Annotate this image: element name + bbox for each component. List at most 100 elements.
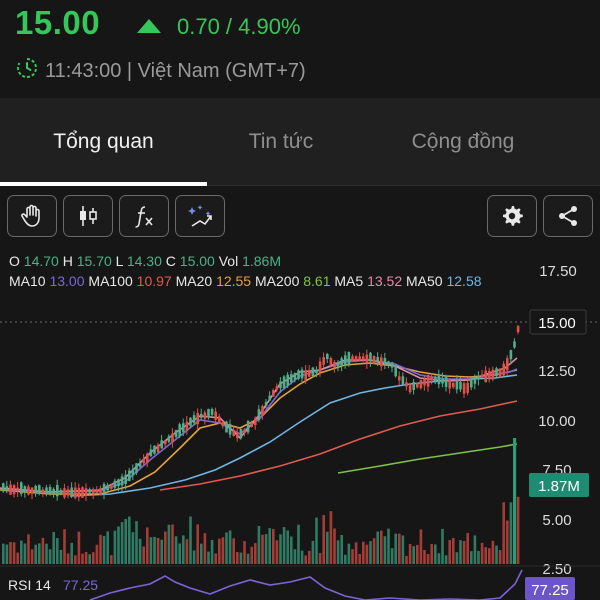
- settings-button[interactable]: [487, 195, 537, 237]
- volume-bar: [297, 524, 300, 564]
- volume-bar: [5, 544, 9, 564]
- indicators-button[interactable]: [119, 195, 169, 237]
- volume-bar: [192, 550, 196, 564]
- candle-body: [477, 376, 480, 380]
- candle-body: [412, 382, 415, 390]
- volume-bar: [20, 540, 23, 564]
- volume-tag-text: 1.87M: [538, 478, 580, 495]
- volume-bar: [261, 534, 264, 564]
- volume-bar: [113, 530, 117, 564]
- ma100-value: 10.97: [136, 273, 172, 289]
- volume-bar: [239, 552, 243, 564]
- volume-bar: [178, 543, 181, 564]
- candle-body: [41, 489, 45, 493]
- volume-bar: [70, 542, 73, 564]
- ma5-value: 13.52: [367, 273, 403, 289]
- volume-bar: [491, 540, 495, 564]
- candle-body: [380, 357, 383, 367]
- candle-body: [365, 354, 369, 364]
- volume-bar: [405, 555, 408, 564]
- high-label: H: [62, 253, 73, 269]
- candle-body: [516, 326, 520, 333]
- candle-body: [444, 375, 448, 387]
- candle-body: [228, 423, 232, 435]
- rsi-value: 77.25: [63, 577, 98, 593]
- volume-bar: [390, 548, 394, 564]
- candle-body: [419, 379, 423, 389]
- candle-body: [23, 486, 27, 492]
- volume-bar: [2, 543, 5, 564]
- candle-body: [192, 415, 196, 423]
- drawing-tools-button[interactable]: [175, 195, 225, 237]
- volume-bar: [340, 534, 343, 564]
- volume-bar: [398, 533, 401, 564]
- tab-news[interactable]: Tin tức: [207, 98, 355, 186]
- axis-tick: 17.50: [539, 263, 577, 280]
- candle-body: [362, 356, 365, 361]
- share-button[interactable]: [543, 195, 593, 237]
- candle-body: [135, 463, 138, 473]
- volume-bar: [326, 531, 329, 564]
- volume-bar: [88, 554, 91, 564]
- candle-body: [272, 390, 275, 397]
- ma200-label: MA200: [255, 273, 300, 289]
- candle-body: [488, 370, 491, 380]
- candle-body: [498, 368, 502, 378]
- candle-body: [239, 428, 243, 439]
- candle-body: [106, 484, 109, 491]
- candle-body: [416, 383, 419, 388]
- volume-bar: [290, 536, 293, 564]
- candle-body: [354, 356, 358, 361]
- candle-body: [232, 430, 235, 437]
- candle-body: [95, 489, 99, 493]
- candle-body: [459, 381, 462, 390]
- candle-body: [401, 376, 405, 385]
- volume-bar: [383, 536, 387, 564]
- candle-body: [20, 482, 23, 494]
- candle-body: [88, 489, 91, 493]
- volume-bar: [502, 502, 505, 564]
- volume-bar: [34, 544, 37, 564]
- candle-body: [279, 381, 282, 389]
- candle-body: [149, 449, 153, 457]
- volume-bar: [437, 553, 441, 564]
- candle-body: [441, 378, 444, 384]
- candle-body: [246, 420, 250, 433]
- candle-body: [142, 459, 145, 464]
- candle-body: [423, 378, 426, 386]
- candle-body: [336, 362, 340, 367]
- candle-body: [120, 476, 124, 486]
- price-chart[interactable]: 17.50 12.50 10.00 7.50 5.00 2.50 15.00 1…: [0, 248, 600, 600]
- tab-overview[interactable]: Tổng quan: [0, 98, 207, 186]
- volume-bar: [164, 531, 167, 564]
- volume-bar: [282, 527, 286, 564]
- candle-body: [66, 489, 70, 496]
- volume-bar: [347, 543, 351, 564]
- candle-body: [45, 487, 48, 494]
- candle-body: [200, 413, 203, 418]
- volume-bar: [394, 533, 397, 564]
- volume-bar: [27, 534, 30, 564]
- tab-community[interactable]: Cộng đồng: [355, 98, 571, 186]
- volume-bar: [318, 552, 322, 564]
- ma200-line: [337, 443, 518, 474]
- chart-canvas[interactable]: 17.50 12.50 10.00 7.50 5.00 2.50 15.00 1…: [0, 248, 600, 600]
- volume-bar: [354, 542, 358, 564]
- candle-body: [315, 369, 318, 373]
- candle-body: [333, 361, 336, 368]
- candle-body: [48, 487, 52, 495]
- price-tag-text: 15.00: [538, 315, 576, 332]
- price-change: 0.70 / 4.90%: [137, 14, 301, 40]
- candle-body: [513, 341, 516, 348]
- volume-bar: [293, 549, 297, 564]
- hand-tool-button[interactable]: [7, 195, 57, 237]
- candle-body: [480, 374, 484, 378]
- chart-type-button[interactable]: [63, 195, 113, 237]
- candle-body: [473, 377, 477, 384]
- volume-bar: [506, 520, 509, 564]
- volume-tag: 1.87M: [529, 473, 589, 497]
- up-arrow-icon: [137, 19, 161, 33]
- candle-body: [491, 369, 495, 380]
- volume-bar: [254, 543, 257, 564]
- candle-body: [326, 353, 329, 360]
